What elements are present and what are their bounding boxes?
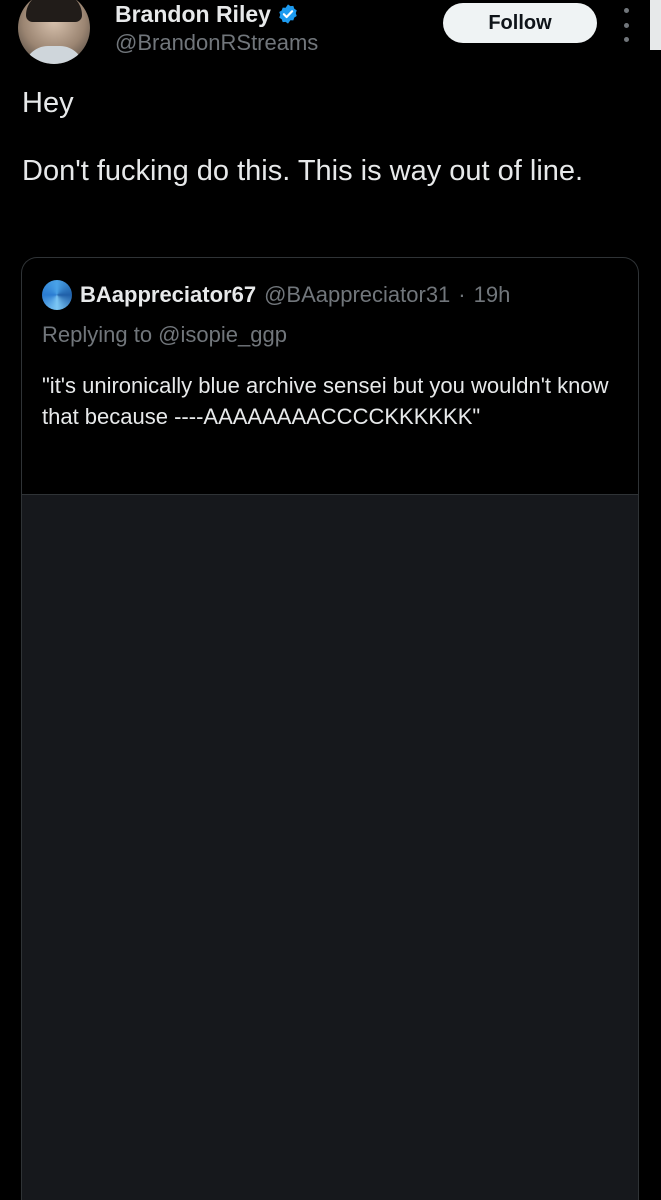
quote-text: "it's unironically blue archive sensei b… <box>42 373 609 429</box>
quote-media-placeholder <box>22 494 638 1200</box>
author-display-name[interactable]: Brandon Riley <box>115 1 271 28</box>
quote-header: BAappreciator67 @BAappreciator31 · 19h <box>42 280 510 310</box>
tweet-header: Brandon Riley @BrandonRStreams Follow <box>0 0 661 70</box>
follow-button[interactable]: Follow <box>443 3 597 43</box>
quote-author-avatar[interactable] <box>42 280 72 310</box>
author-handle[interactable]: @BrandonRStreams <box>115 30 318 56</box>
quote-replying-to: Replying to @isopie_ggp <box>42 322 287 347</box>
more-dot <box>623 22 629 28</box>
quote-author-name[interactable]: BAappreciator67 <box>80 282 256 308</box>
avatar-hair <box>26 0 82 22</box>
more-options-icon[interactable] <box>616 8 636 42</box>
more-dot <box>623 8 629 13</box>
more-dot <box>623 37 629 42</box>
author-name-row: Brandon Riley <box>115 0 299 28</box>
verified-badge-icon <box>279 4 297 24</box>
tweet-line: Don't fucking do this. This is way out o… <box>22 155 584 187</box>
quote-author-handle[interactable]: @BAappreciator31 <box>264 282 450 308</box>
quote-timestamp[interactable]: 19h <box>474 282 511 308</box>
author-avatar[interactable] <box>18 0 90 64</box>
quoted-tweet[interactable]: BAappreciator67 @BAappreciator31 · 19h R… <box>21 257 639 1200</box>
tweet-body: Hey Don't fucking do this. This is way o… <box>22 86 622 222</box>
avatar-shirt <box>24 46 84 64</box>
quote-separator: · <box>458 282 466 307</box>
scrollbar-thumb[interactable] <box>650 0 661 50</box>
tweet-line: Hey <box>22 87 74 119</box>
